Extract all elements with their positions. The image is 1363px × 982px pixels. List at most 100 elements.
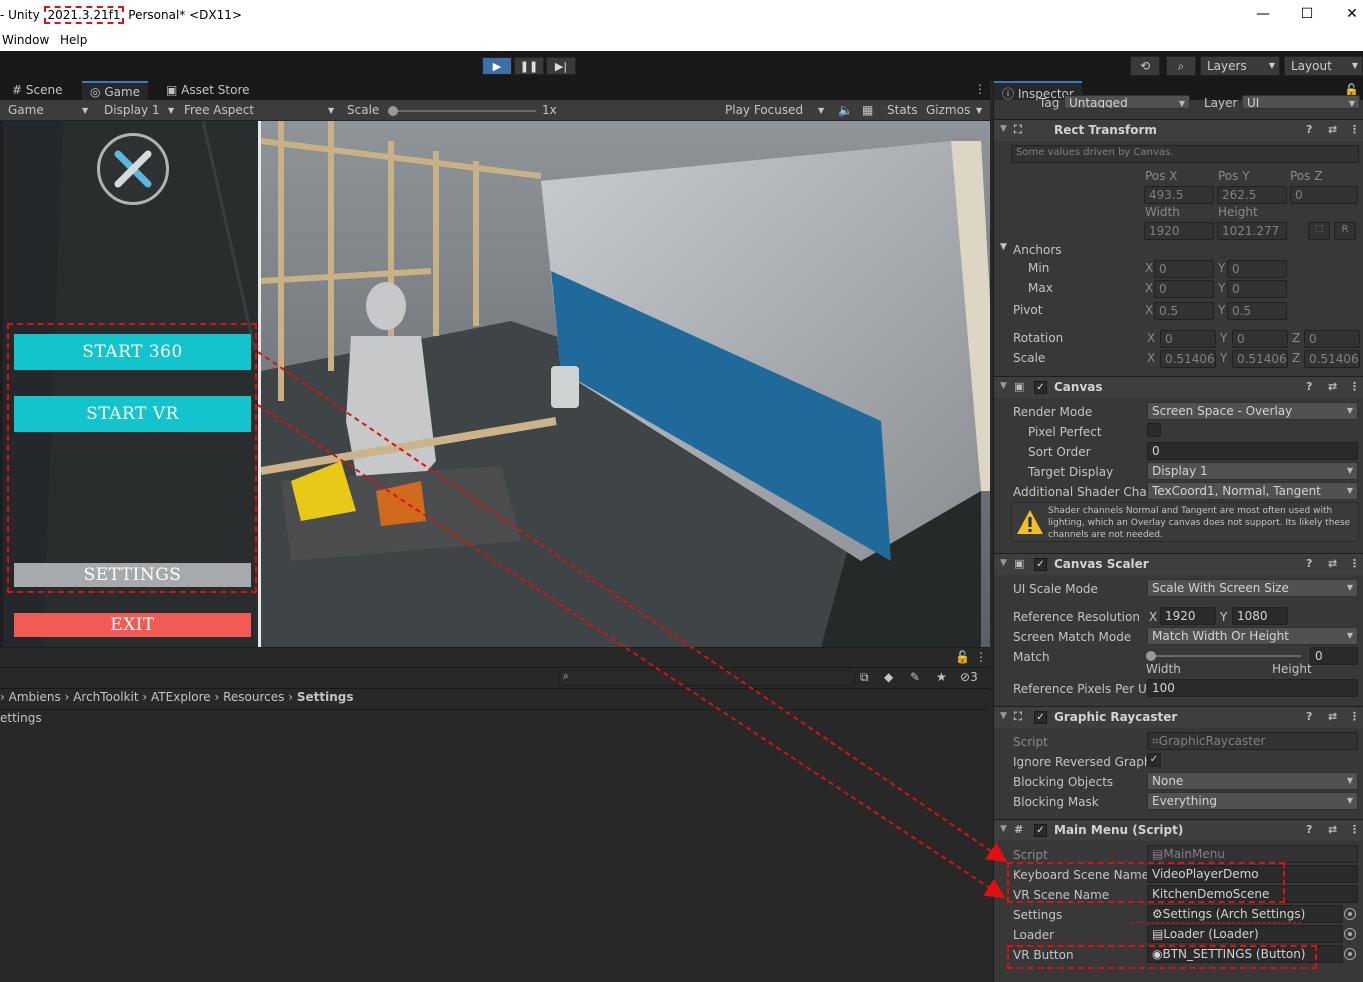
collapse-triangle-icon[interactable]: ▼ [1000,381,1007,391]
layers-dropdown[interactable]: Layers ▼ [1200,56,1280,76]
settings-ref-field[interactable]: ⚙Settings (Arch Settings) [1147,905,1343,923]
preset-icon[interactable]: ⇄ [1328,557,1337,570]
width-field[interactable]: 1920 [1144,222,1214,240]
grid-view-icon[interactable]: ▦ [862,103,873,117]
rotation-x-field[interactable]: 0 [1160,330,1216,348]
screen-match-mode-dropdown[interactable]: Match Width Or Height [1147,627,1358,645]
shader-channels-dropdown[interactable]: TexCoord1, Normal, Tangent [1147,482,1358,500]
rect-transform-header[interactable]: ▼ ⛶ Rect Transform ? ⇄ ⋮ [994,119,1363,141]
scale-y-field[interactable]: 0.51406 [1232,350,1288,368]
pixel-perfect-checkbox[interactable] [1147,423,1161,437]
canvas-enabled-checkbox[interactable]: ✓ [1034,381,1047,394]
height-field[interactable]: 1021.277 [1217,222,1287,240]
main-menu-script-header[interactable]: ▼ # ✓ Main Menu (Script) ? ⇄ ⋮ [994,819,1363,841]
collapse-triangle-icon[interactable]: ▼ [1000,824,1007,834]
rotation-y-field[interactable]: 0 [1232,330,1288,348]
collapse-triangle-icon[interactable]: ▼ [1000,242,1007,252]
stats-button[interactable]: Stats [887,103,918,117]
graphic-raycaster-header[interactable]: ▼ ⛶ ✓ Graphic Raycaster ? ⇄ ⋮ [994,706,1363,728]
help-icon[interactable]: ? [1306,123,1312,136]
scale-slider-thumb[interactable] [388,106,398,116]
scale-x-field[interactable]: 0.51406 [1160,350,1216,368]
play-focused-dropdown[interactable]: Play Focused [725,103,803,117]
game-dropdown[interactable]: Game [8,103,44,117]
scale-slider[interactable] [388,106,536,116]
lock-icon[interactable]: 🔓 [955,650,970,664]
anchor-min-y-field[interactable]: 0 [1227,260,1287,278]
ui-scale-mode-dropdown[interactable]: Scale With Screen Size [1147,579,1358,597]
game-viewport[interactable]: START 360 START VR SETTINGS EXIT [3,121,990,647]
preset-icon[interactable]: ⇄ [1328,823,1337,836]
collapse-triangle-icon[interactable]: ▼ [1000,558,1007,568]
aspect-dropdown[interactable]: Free Aspect [184,103,254,117]
speaker-icon[interactable]: 🔈 [838,103,853,117]
blocking-mask-dropdown[interactable]: Everything [1147,792,1358,810]
start-vr-button[interactable]: START VR [14,396,251,432]
collapse-triangle-icon[interactable]: ▼ [1000,711,1007,721]
gizmos-button[interactable]: Gizmos [926,103,970,117]
menu-help[interactable]: Help [60,33,87,47]
layout-dropdown[interactable]: Layout ▼ [1284,56,1363,76]
kebab-menu-icon[interactable]: ⋮ [1349,823,1360,836]
reference-x-field[interactable]: 1920 [1160,607,1216,625]
reference-y-field[interactable]: 1080 [1232,607,1288,625]
preset-icon[interactable]: ⇄ [1328,710,1337,723]
match-field[interactable]: 0 [1310,647,1358,665]
filter-type-icon[interactable]: ⧉ [860,670,869,685]
tag-icon[interactable]: ✎ [910,670,920,684]
keyboard-scene-field[interactable]: VideoPlayerDemo [1147,865,1358,883]
canvas-header[interactable]: ▼ ▣ ✓ Canvas ? ⇄ ⋮ [994,376,1363,398]
target-display-dropdown[interactable]: Display 1 [1147,462,1358,480]
rotation-z-field[interactable]: 0 [1304,330,1360,348]
match-slider[interactable] [1146,651,1301,661]
tab-asset-store[interactable]: ▣ Asset Store [158,81,258,100]
exit-button[interactable]: EXIT [14,613,251,637]
object-picker-icon[interactable] [1344,928,1356,940]
raw-edit-button[interactable]: R [1334,222,1356,240]
pivot-y-field[interactable]: 0.5 [1227,302,1287,320]
match-slider-thumb[interactable] [1146,651,1156,661]
layer-dropdown[interactable]: UI [1242,95,1360,109]
kebab-menu-icon[interactable]: ⋮ [975,650,987,664]
kebab-menu-icon[interactable]: ⋮ [974,82,986,96]
project-item-settings[interactable]: ettings [0,711,42,725]
anchor-min-x-field[interactable]: 0 [1154,260,1214,278]
breadcrumb-ambiens[interactable]: Ambiens [9,690,61,704]
main-menu-enabled-checkbox[interactable]: ✓ [1034,824,1047,837]
pause-button[interactable]: ❚❚ [514,57,544,75]
settings-button[interactable]: SETTINGS [14,563,251,587]
pivot-x-field[interactable]: 0.5 [1154,302,1214,320]
tag-dropdown[interactable]: Untagged [1064,95,1190,109]
posz-field[interactable]: 0 [1290,186,1358,204]
object-picker-icon[interactable] [1344,948,1356,960]
object-picker-icon[interactable] [1344,908,1356,920]
graphic-raycaster-enabled-checkbox[interactable]: ✓ [1034,711,1047,724]
sort-order-field[interactable]: 0 [1147,442,1358,460]
play-button[interactable]: ▶ [482,57,512,75]
help-icon[interactable]: ? [1306,557,1312,570]
anchor-max-y-field[interactable]: 0 [1227,280,1287,298]
maximize-button[interactable]: ☐ [1297,6,1317,22]
kebab-menu-icon[interactable]: ⋮ [1349,380,1360,393]
history-icon[interactable]: ⟲ [1130,56,1160,76]
canvas-scaler-enabled-checkbox[interactable]: ✓ [1034,558,1047,571]
blueprint-mode-icon[interactable]: ⬚ [1308,222,1330,240]
help-icon[interactable]: ? [1306,380,1312,393]
help-icon[interactable]: ? [1306,823,1312,836]
breadcrumb-resources[interactable]: Resources [223,690,284,704]
preset-icon[interactable]: ⇄ [1328,380,1337,393]
canvas-scaler-header[interactable]: ▼ ▣ ✓ Canvas Scaler ? ⇄ ⋮ [994,553,1363,575]
blocking-objects-dropdown[interactable]: None [1147,772,1358,790]
project-search-input[interactable]: ⌕ [558,670,856,686]
breadcrumb-archtoolkit[interactable]: ArchToolkit [73,690,138,704]
vr-scene-field[interactable]: KitchenDemoScene [1147,885,1358,903]
kebab-menu-icon[interactable]: ⋮ [1349,557,1360,570]
hidden-packages-icon[interactable]: ⊘3 [960,670,978,684]
collapse-triangle-icon[interactable]: ▼ [1000,124,1007,134]
menu-window[interactable]: Window [2,33,49,47]
tab-game[interactable]: ◎ Game [82,81,149,100]
favorite-star-icon[interactable]: ★ [936,670,947,684]
minimize-button[interactable]: — [1253,6,1273,22]
scale-z-field[interactable]: 0.51406 [1304,350,1360,368]
loader-field[interactable]: ▤Loader (Loader) [1147,925,1343,943]
